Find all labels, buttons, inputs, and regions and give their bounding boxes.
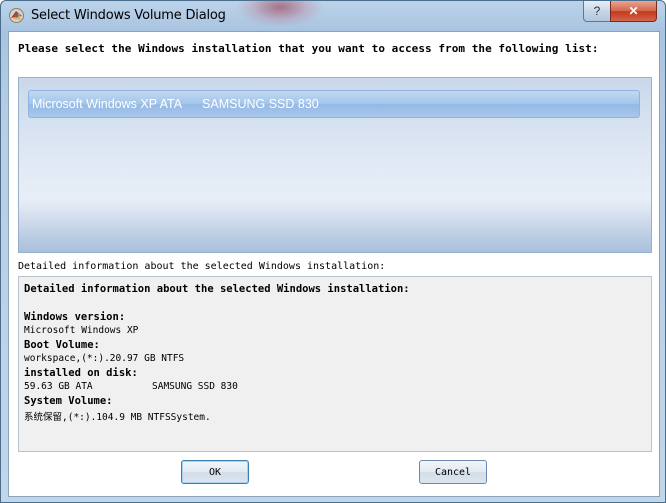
details-heading: Detailed information about the selected … [24, 283, 410, 295]
installed-on-disk-label: installed on disk: [24, 367, 138, 379]
installation-disk: SAMSUNG SSD 830 [202, 97, 319, 111]
ok-button[interactable]: OK [181, 460, 249, 484]
window-title: Select Windows Volume Dialog [31, 8, 226, 23]
title-bar[interactable]: Select Windows Volume Dialog ? ✕ [1, 1, 665, 31]
windows-version-value: Microsoft Windows XP [24, 325, 139, 336]
close-icon: ✕ [628, 4, 639, 18]
system-volume-value: 系统保留,(*:).104.9 MB NTFSSystem. [24, 412, 211, 423]
dialog-content: Please select the Windows installation t… [8, 31, 660, 497]
cancel-button[interactable]: Cancel [419, 460, 487, 484]
dialog-window: Select Windows Volume Dialog ? ✕ Please … [0, 0, 666, 503]
windows-installation-list[interactable]: Microsoft Windows XP ATA SAMSUNG SSD 830 [18, 77, 652, 253]
installation-name: Microsoft Windows XP ATA [32, 97, 183, 111]
installed-on-disk-model: SAMSUNG SSD 830 [152, 381, 238, 392]
boot-volume-label: Boot Volume: [24, 339, 100, 351]
boot-volume-value: workspace,(*:).20.97 GB NTFS [24, 353, 185, 364]
system-volume-label: System Volume: [24, 395, 113, 407]
windows-version-label: Windows version: [24, 311, 126, 323]
installed-on-disk-size: 59.63 GB ATA [24, 381, 93, 392]
app-icon [9, 8, 24, 23]
details-textbox[interactable]: Detailed information about the selected … [18, 276, 652, 452]
close-button[interactable]: ✕ [610, 1, 657, 22]
help-icon: ? [593, 4, 601, 18]
title-glow-decoration [237, 1, 323, 27]
list-item-selected[interactable]: Microsoft Windows XP ATA SAMSUNG SSD 830 [28, 90, 640, 118]
instruction-text: Please select the Windows installation t… [18, 42, 599, 55]
details-label: Detailed information about the selected … [18, 261, 386, 272]
help-button[interactable]: ? [583, 1, 611, 22]
